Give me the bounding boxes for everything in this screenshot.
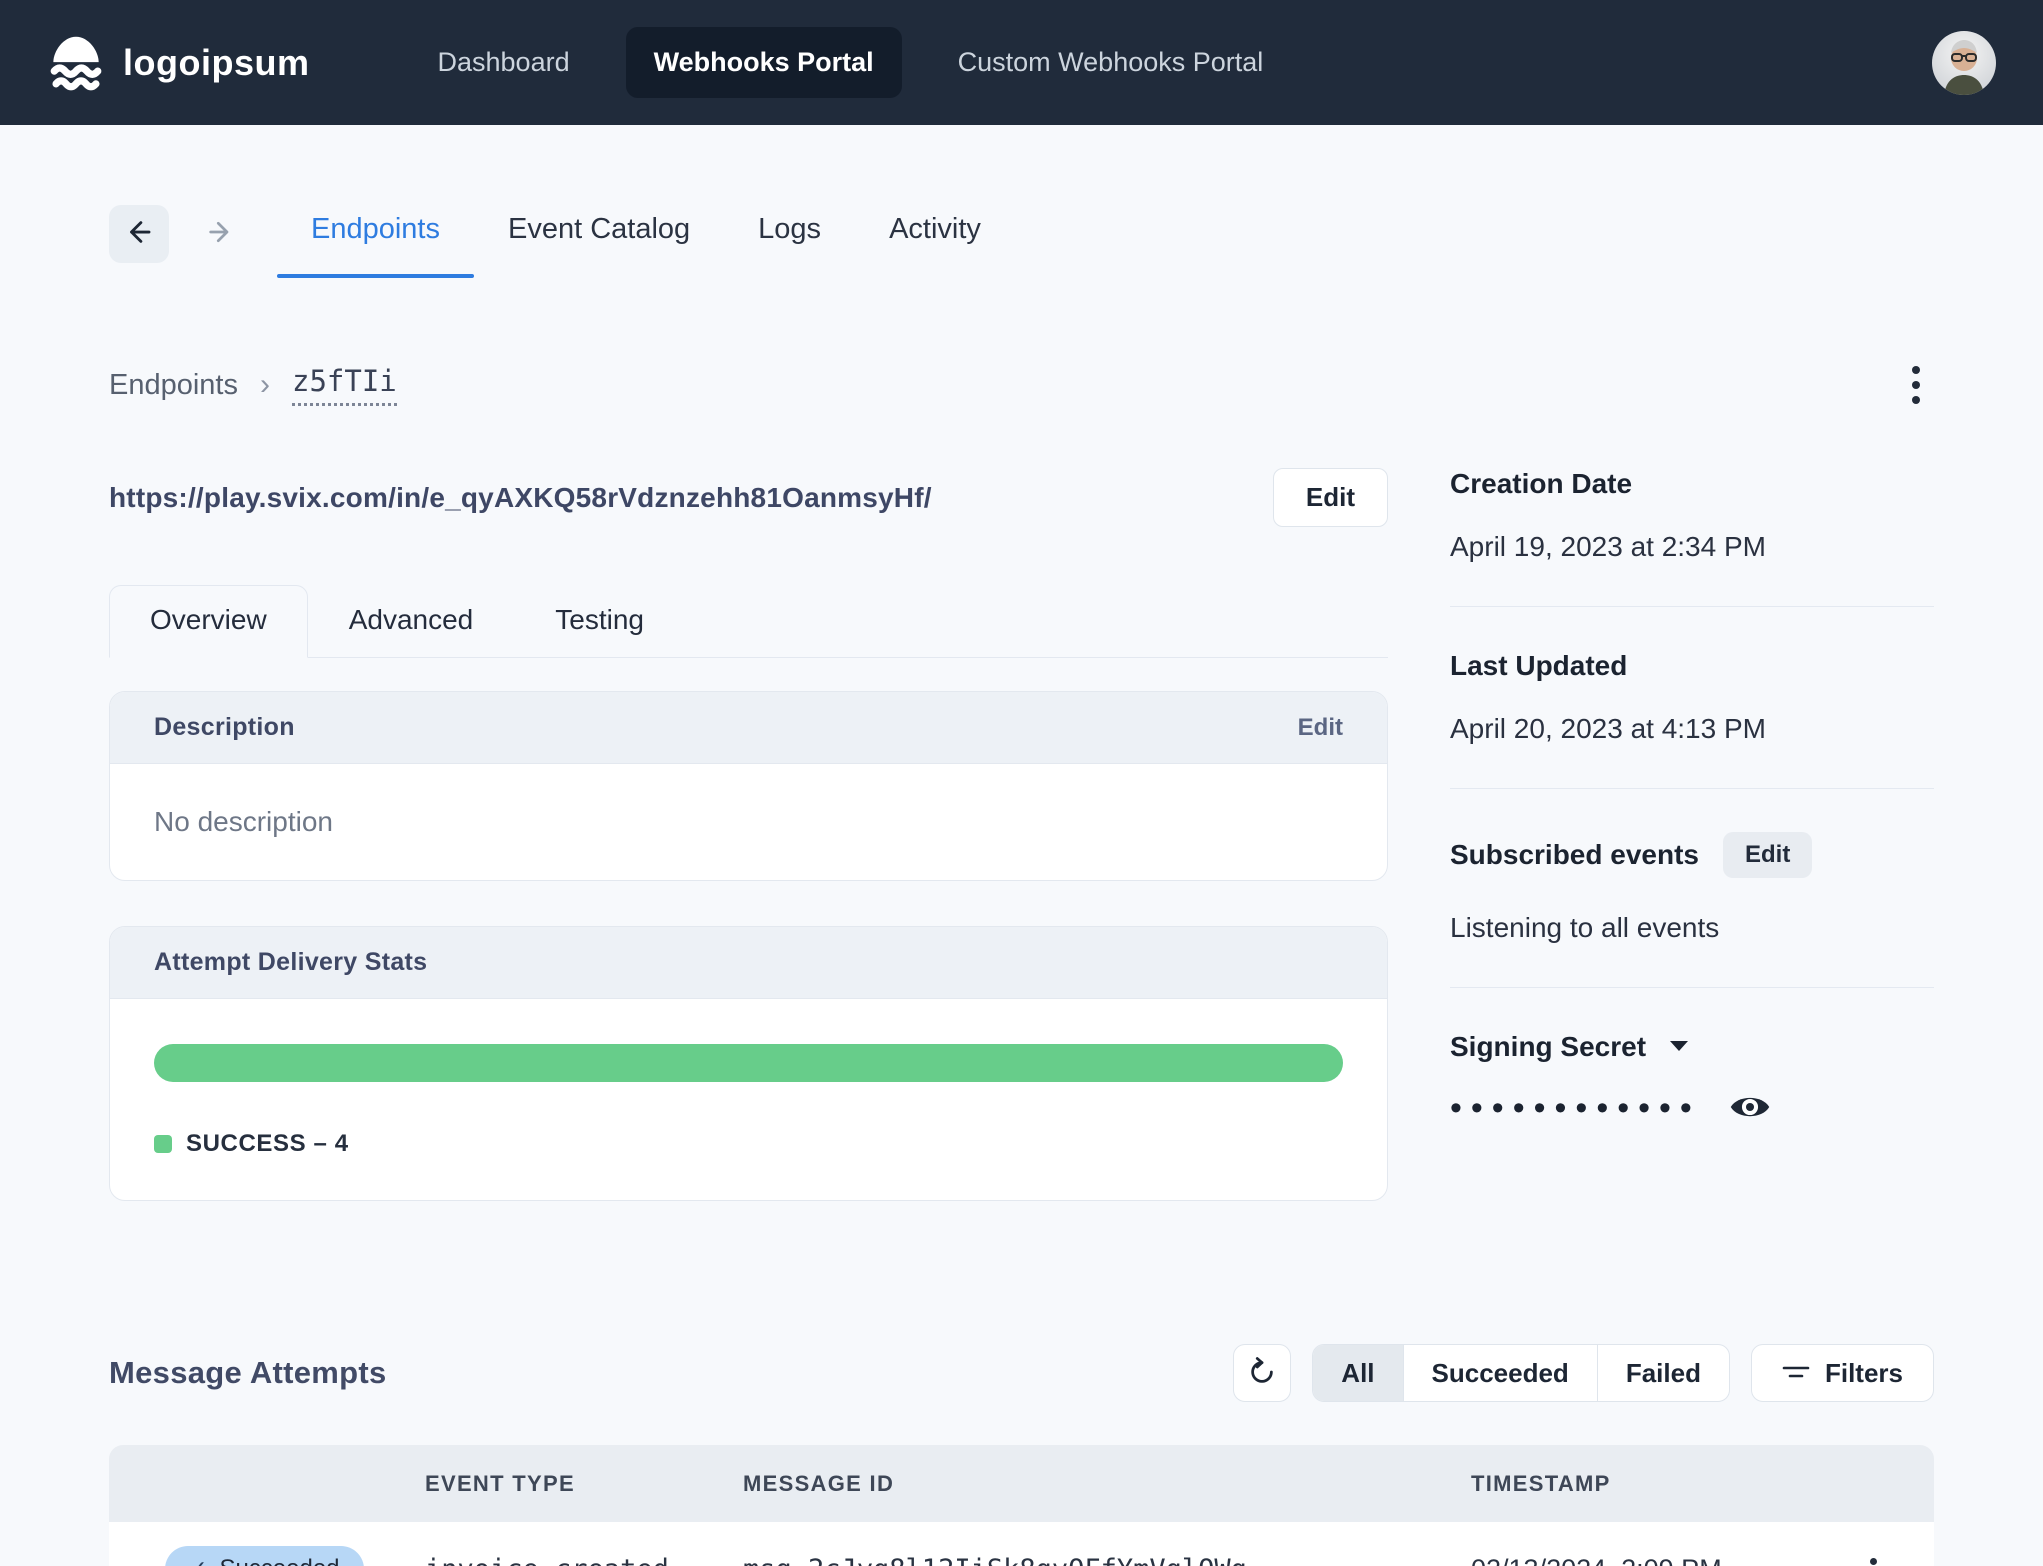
row-kebab-icon[interactable] — [1860, 1548, 1887, 1566]
timestamp-cell: 02/13/2024, 2:09 PM — [1471, 1546, 1860, 1566]
filter-succeeded[interactable]: Succeeded — [1402, 1345, 1597, 1401]
divider — [1450, 987, 1934, 988]
creation-date-value: April 19, 2023 at 2:34 PM — [1450, 531, 1766, 562]
refresh-icon — [1247, 1356, 1277, 1390]
logo: logoipsum — [47, 34, 310, 92]
message-id-column-header: MESSAGE ID — [743, 1470, 895, 1496]
divider — [1450, 606, 1934, 607]
tab-activity[interactable]: Activity — [855, 195, 1015, 272]
creation-date-label: Creation Date — [1450, 468, 1633, 499]
description-empty-text: No description — [154, 806, 333, 837]
delivery-stats-header: Attempt Delivery Stats — [110, 927, 1387, 999]
description-card-header: Description Edit — [110, 692, 1387, 764]
message-id-cell: msg_2cJyg8l12IiSk8gvOFfYmVglQWg — [743, 1546, 1471, 1566]
tab-testing[interactable]: Testing — [514, 585, 685, 657]
filters-button[interactable]: Filters — [1750, 1344, 1934, 1402]
nav-item-dashboard[interactable]: Dashboard — [410, 27, 598, 98]
filter-failed[interactable]: Failed — [1596, 1345, 1729, 1401]
success-legend-label: SUCCESS – 4 — [186, 1130, 349, 1157]
last-updated-value: April 20, 2023 at 4:13 PM — [1450, 713, 1766, 744]
signing-secret-label: Signing Secret — [1450, 1031, 1647, 1062]
last-updated-label: Last Updated — [1450, 650, 1628, 681]
back-arrow-icon — [124, 217, 154, 250]
divider — [1450, 788, 1934, 789]
portal-tab-bar: Endpoints Event Catalog Logs Activity — [109, 195, 1934, 278]
endpoint-tabs: Overview Advanced Testing — [109, 585, 1388, 658]
tab-logs[interactable]: Logs — [724, 195, 855, 272]
status-badge: ✓ Succeeded — [165, 1546, 364, 1566]
delivery-stats-card: Attempt Delivery Stats SUCCESS – 4 — [109, 926, 1388, 1201]
back-button[interactable] — [109, 204, 169, 263]
kebab-menu-icon[interactable] — [1898, 358, 1934, 412]
forward-button[interactable] — [191, 205, 249, 263]
tab-endpoints[interactable]: Endpoints — [277, 195, 474, 278]
tab-event-catalog[interactable]: Event Catalog — [474, 195, 724, 272]
stats-legend: SUCCESS – 4 — [154, 1130, 1343, 1158]
nav-item-custom-webhooks-portal[interactable]: Custom Webhooks Portal — [930, 27, 1292, 98]
logo-icon — [47, 34, 105, 92]
breadcrumb: Endpoints › z5fTIi — [109, 364, 397, 406]
subscribed-events-value: Listening to all events — [1450, 912, 1720, 943]
check-icon: ✓ — [189, 1556, 207, 1566]
nav-item-webhooks-portal[interactable]: Webhooks Portal — [625, 27, 902, 98]
forward-arrow-icon — [206, 218, 234, 249]
description-card: Description Edit No description — [109, 691, 1388, 881]
success-stats-bar — [154, 1044, 1343, 1082]
filter-icon — [1782, 1358, 1810, 1389]
endpoint-url: https://play.svix.com/in/e_qyAXKQ58rVdzn… — [109, 481, 932, 513]
portal-tabs: Endpoints Event Catalog Logs Activity — [277, 195, 1015, 278]
event-type-column-header: EVENT TYPE — [425, 1470, 575, 1496]
eye-icon — [1729, 1092, 1771, 1125]
breadcrumb-chevron-icon: › — [260, 368, 270, 401]
edit-subscribed-events-button[interactable]: Edit — [1722, 832, 1813, 878]
reveal-secret-button[interactable] — [1729, 1092, 1771, 1125]
breadcrumb-endpoint-id[interactable]: z5fTIi — [292, 364, 397, 406]
refresh-button[interactable] — [1233, 1344, 1292, 1402]
message-attempts-table: EVENT TYPE MESSAGE ID TIMESTAMP ✓ Succee… — [109, 1445, 1934, 1566]
status-badge-label: Succeeded — [219, 1555, 339, 1566]
filter-all[interactable]: All — [1313, 1345, 1403, 1401]
tab-overview[interactable]: Overview — [109, 585, 308, 658]
event-type-cell: invoice.created — [425, 1546, 743, 1566]
table-header-row: EVENT TYPE MESSAGE ID TIMESTAMP — [109, 1445, 1934, 1522]
success-legend-swatch — [154, 1135, 172, 1153]
subscribed-events-label: Subscribed events — [1450, 839, 1699, 870]
timestamp-column-header: TIMESTAMP — [1471, 1470, 1611, 1496]
description-title: Description — [154, 713, 295, 741]
status-filter-segmented: All Succeeded Failed — [1312, 1344, 1730, 1402]
signing-secret-masked-value: •••••••••••• — [1450, 1089, 1701, 1127]
tab-advanced[interactable]: Advanced — [308, 585, 515, 657]
message-attempts-controls: All Succeeded Failed Filters — [1233, 1344, 1934, 1402]
signing-secret-toggle[interactable]: Signing Secret — [1450, 1031, 1690, 1063]
message-attempts-title: Message Attempts — [109, 1355, 387, 1390]
logo-text: logoipsum — [123, 41, 310, 83]
navbar-links: Dashboard Webhooks Portal Custom Webhook… — [410, 27, 1292, 98]
filters-button-label: Filters — [1824, 1357, 1903, 1388]
edit-url-button[interactable]: Edit — [1272, 468, 1388, 527]
top-navbar: logoipsum Dashboard Webhooks Portal Cust… — [0, 0, 2043, 125]
endpoint-details-sidebar: Creation Date April 19, 2023 at 2:34 PM … — [1450, 468, 1934, 1125]
table-row[interactable]: ✓ Succeeded invoice.created msg_2cJyg8l1… — [109, 1522, 1934, 1566]
edit-description-button[interactable]: Edit — [1298, 714, 1343, 742]
breadcrumb-endpoints-link[interactable]: Endpoints — [109, 369, 238, 402]
avatar[interactable] — [1932, 30, 1996, 95]
chevron-down-icon — [1668, 1039, 1690, 1056]
delivery-stats-title: Attempt Delivery Stats — [154, 948, 428, 976]
